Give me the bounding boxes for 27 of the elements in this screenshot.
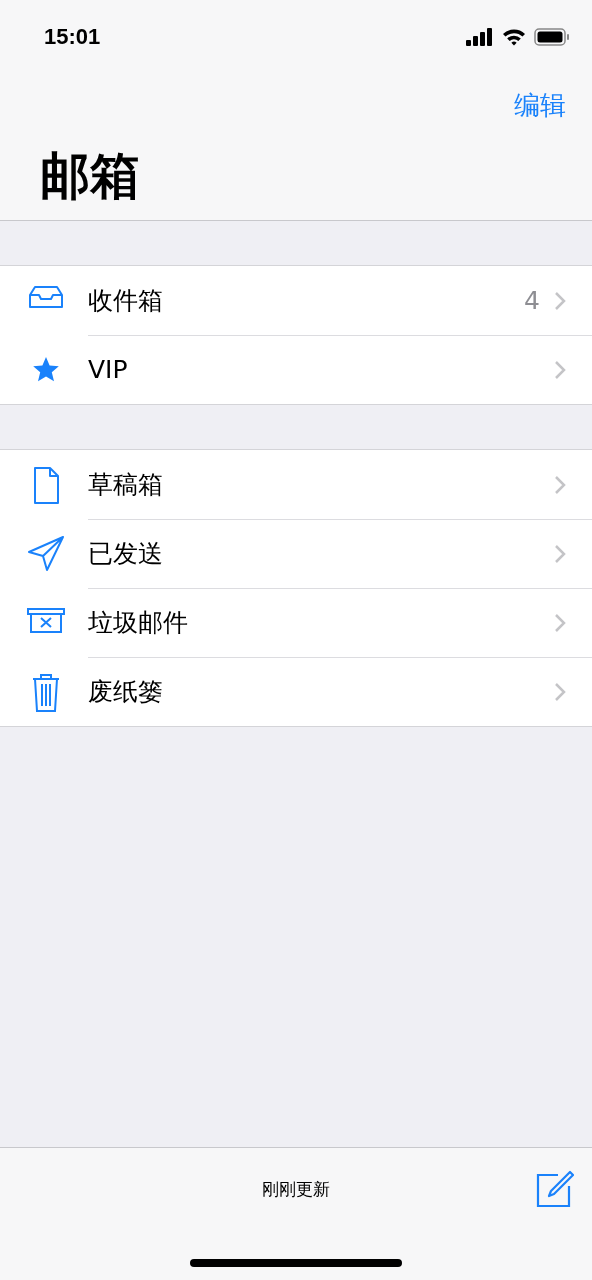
status-time: 15:01 xyxy=(44,24,101,50)
update-status: 刚刚更新 xyxy=(261,1177,331,1201)
mailbox-label: 已发送 xyxy=(88,538,164,570)
mailbox-label: 草稿箱 xyxy=(88,469,164,501)
mailbox-row[interactable]: 草稿箱 xyxy=(0,450,592,519)
mailbox-label: VIP xyxy=(88,355,129,384)
mailbox-row[interactable]: 垃圾邮件 xyxy=(0,588,592,657)
mailbox-label: 垃圾邮件 xyxy=(88,607,189,639)
paper-plane-icon xyxy=(26,533,66,574)
chevron-icon xyxy=(554,612,566,633)
mailbox-row[interactable]: 已发送 xyxy=(0,519,592,588)
compose-icon[interactable] xyxy=(536,1170,574,1208)
wifi-icon xyxy=(502,28,526,46)
mailbox-row[interactable]: VIP xyxy=(0,335,592,404)
mailbox-label: 废纸篓 xyxy=(88,676,164,708)
chevron-icon xyxy=(554,543,566,564)
chevron-icon xyxy=(554,290,566,311)
chevron-icon xyxy=(554,474,566,495)
unread-count: 4 xyxy=(524,286,540,315)
chevron-icon xyxy=(554,359,566,380)
mailbox-label: 收件箱 xyxy=(88,285,164,317)
chevron-icon xyxy=(554,681,566,702)
signal-icon xyxy=(466,28,494,46)
mailbox-row[interactable]: 废纸篓 xyxy=(0,657,592,726)
mailbox-row[interactable]: 收件箱 4 xyxy=(0,266,592,335)
page-title: 邮箱 xyxy=(39,146,141,207)
battery-icon xyxy=(534,28,570,46)
